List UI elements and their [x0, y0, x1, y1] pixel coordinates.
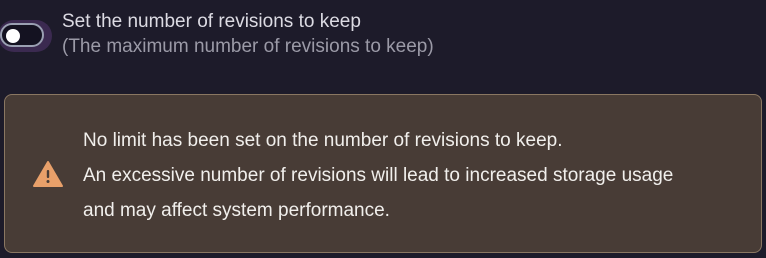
warning-line: No limit has been set on the number of r…	[83, 130, 563, 151]
revision-limit-setting: Set the number of revisions to keep (The…	[0, 0, 766, 80]
toggle-knob	[6, 29, 20, 43]
warning-triangle-icon	[33, 161, 63, 187]
warning-message: No limit has been set on the number of r…	[83, 123, 753, 228]
setting-label: Set the number of revisions to keep	[62, 11, 361, 32]
warning-alert: No limit has been set on the number of r…	[4, 94, 762, 253]
revision-limit-toggle[interactable]	[0, 20, 52, 52]
toggle-track	[0, 23, 44, 47]
warning-line: and may affect system performance.	[83, 200, 390, 221]
setting-description: (The maximum number of revisions to keep…	[62, 36, 434, 57]
warning-line: An excessive number of revisions will le…	[83, 165, 674, 186]
